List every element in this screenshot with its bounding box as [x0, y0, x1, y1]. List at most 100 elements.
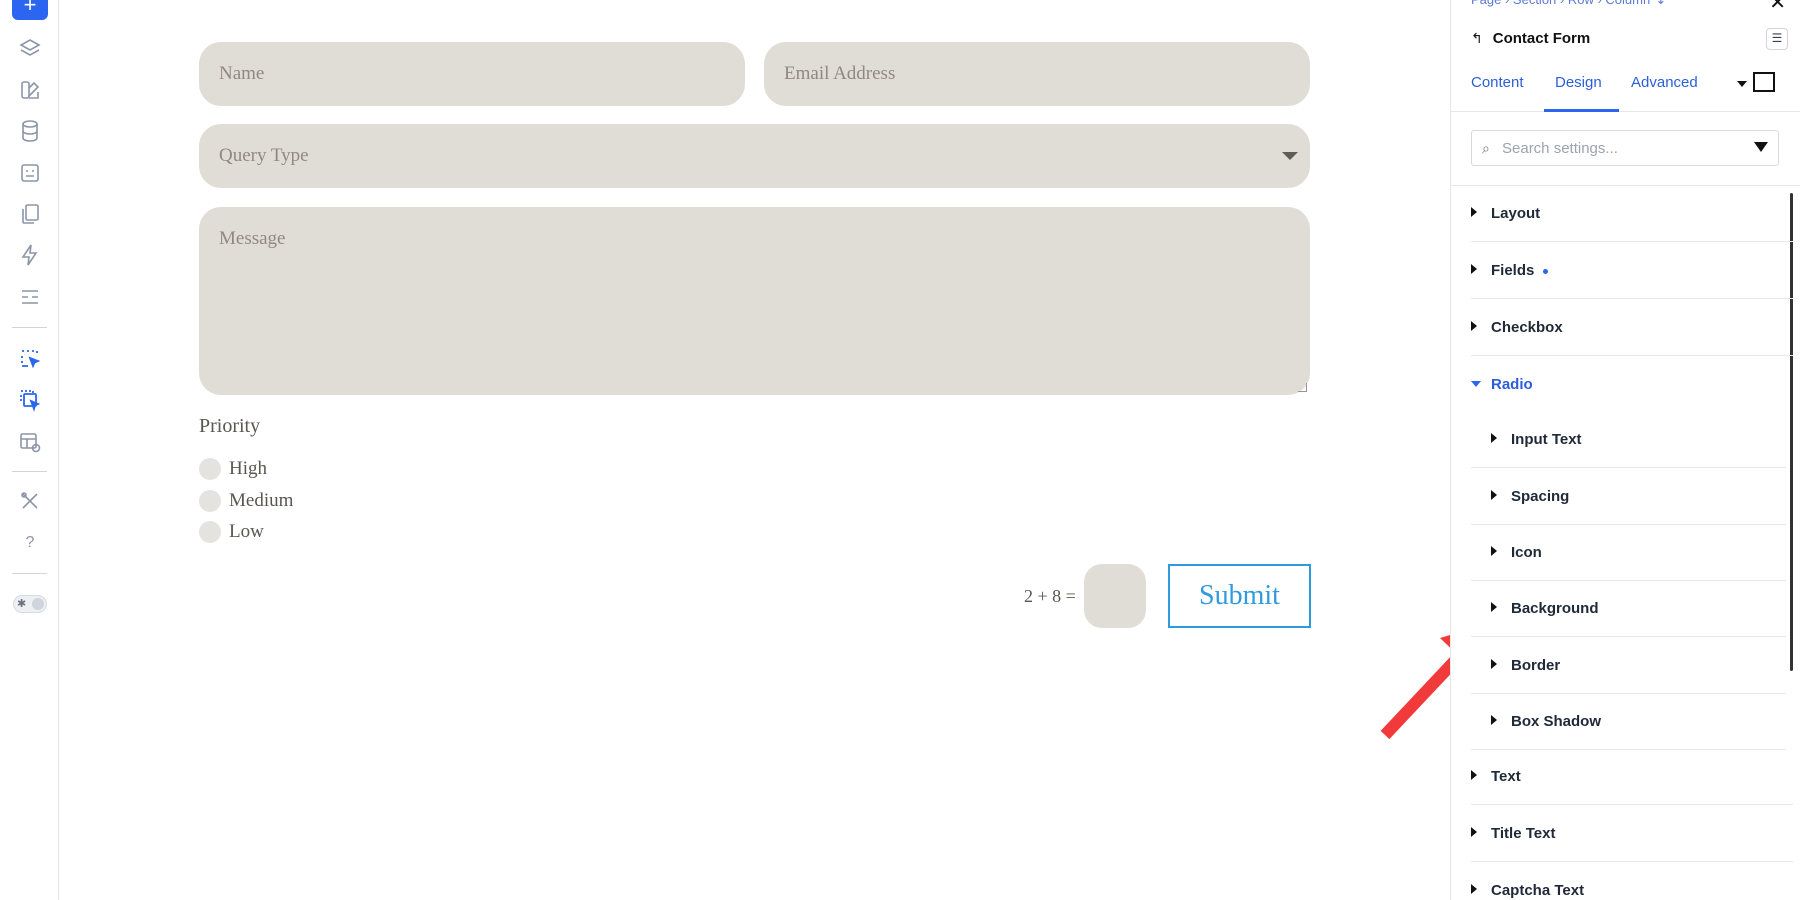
subsection-input-text[interactable]: Input Text: [1471, 412, 1786, 468]
blocks-icon[interactable]: [17, 77, 43, 103]
modified-indicator: [1543, 269, 1548, 274]
bolt-icon[interactable]: [17, 242, 43, 268]
close-icon[interactable]: ✕: [1769, 0, 1786, 15]
active-tab-indicator: [1544, 109, 1619, 112]
section-fields[interactable]: Fields: [1471, 243, 1793, 299]
panel-options-icon[interactable]: ☰: [1766, 28, 1788, 50]
email-placeholder: Email Address: [784, 63, 896, 84]
back-icon[interactable]: ↰: [1471, 30, 1483, 47]
left-icon-rail: + ? ✱: [0, 0, 59, 900]
pages-icon[interactable]: [17, 201, 43, 227]
caret-right-icon: [1471, 770, 1477, 780]
section-radio[interactable]: Radio: [1471, 357, 1793, 413]
radio-button[interactable]: [199, 490, 221, 512]
search-input[interactable]: [1502, 136, 1732, 160]
section-label: Fields: [1491, 262, 1535, 279]
radio-button[interactable]: [199, 458, 221, 480]
radio-option-medium[interactable]: Medium: [199, 489, 293, 513]
caret-right-icon: [1491, 490, 1497, 500]
subsection-label: Icon: [1511, 544, 1542, 561]
query-type-select[interactable]: Query Type: [199, 124, 1310, 188]
section-checkbox[interactable]: Checkbox: [1471, 300, 1793, 356]
subsection-label: Box Shadow: [1511, 713, 1602, 730]
radio-label: Low: [229, 521, 264, 542]
rail-divider: [12, 573, 47, 574]
subsection-background[interactable]: Background: [1471, 581, 1786, 637]
tools-icon[interactable]: [17, 488, 43, 514]
theme-toggle-icon[interactable]: ✱: [13, 595, 47, 613]
subsection-label: Border: [1511, 657, 1561, 674]
form-icon[interactable]: [17, 160, 43, 186]
section-captcha-text[interactable]: Captcha Text: [1471, 863, 1793, 900]
subsection-spacing[interactable]: Spacing: [1471, 469, 1786, 525]
settings-tabs: Content Design Advanced: [1451, 68, 1800, 112]
section-label: Captcha Text: [1491, 882, 1585, 899]
section-label: Title Text: [1491, 825, 1556, 842]
chevron-down-icon: [1282, 152, 1298, 160]
section-label: Layout: [1491, 205, 1541, 222]
cursor-select-icon[interactable]: [17, 346, 43, 372]
help-icon[interactable]: ?: [17, 530, 43, 556]
section-title-text[interactable]: Title Text: [1471, 806, 1793, 862]
caret-down-icon: [1471, 381, 1481, 387]
caret-right-icon: [1471, 321, 1477, 331]
subsection-border[interactable]: Border: [1471, 638, 1786, 694]
database-icon[interactable]: [17, 118, 43, 144]
builder-canvas: Name Email Address Query Type Message Pr…: [60, 0, 1450, 900]
section-label: Checkbox: [1491, 319, 1563, 336]
caret-right-icon: [1491, 433, 1497, 443]
subsection-box-shadow[interactable]: Box Shadow: [1471, 694, 1786, 750]
subsection-icon[interactable]: Icon: [1471, 525, 1786, 581]
responsive-view-icon[interactable]: [1753, 72, 1775, 92]
radio-label: High: [229, 458, 267, 479]
caret-right-icon: [1491, 659, 1497, 669]
cursor-multi-select-icon[interactable]: [17, 387, 43, 413]
panel-header: ↰ Contact Form: [1471, 30, 1590, 47]
settings-search: ⌕: [1471, 130, 1779, 166]
panel-title: Contact Form: [1492, 30, 1591, 47]
layers-icon[interactable]: [17, 36, 43, 62]
section-layout[interactable]: Layout: [1471, 186, 1793, 242]
caret-right-icon: [1471, 827, 1477, 837]
query-type-placeholder: Query Type: [219, 145, 309, 166]
caret-right-icon: [1491, 602, 1497, 612]
caret-right-icon: [1471, 207, 1477, 217]
message-placeholder: Message: [219, 228, 286, 249]
settings-panel: Page › Section › Row › Column ↴ ✕ ↰ Cont…: [1450, 0, 1800, 900]
message-textarea[interactable]: Message: [199, 207, 1310, 395]
submit-button[interactable]: Submit: [1168, 564, 1311, 628]
name-field[interactable]: Name: [199, 42, 745, 106]
radio-button[interactable]: [199, 521, 221, 543]
search-icon: ⌕: [1482, 140, 1490, 156]
caret-right-icon: [1471, 884, 1477, 894]
rail-divider: [12, 471, 47, 472]
add-button[interactable]: +: [12, 0, 48, 20]
captcha-input[interactable]: [1084, 564, 1146, 628]
filter-icon[interactable]: [1754, 142, 1768, 152]
name-placeholder: Name: [219, 63, 265, 84]
sections-icon[interactable]: [17, 284, 43, 310]
priority-label: Priority: [199, 415, 261, 437]
caret-right-icon: [1491, 715, 1497, 725]
subsection-label: Background: [1511, 600, 1599, 617]
tab-advanced[interactable]: Advanced: [1631, 74, 1698, 91]
subsection-label: Spacing: [1511, 488, 1570, 505]
tab-design[interactable]: Design: [1555, 74, 1602, 91]
radio-option-low[interactable]: Low: [199, 520, 264, 544]
subsection-label: Input Text: [1511, 431, 1582, 448]
captcha-question: 2 + 8 =: [1024, 586, 1076, 606]
breadcrumb[interactable]: Page › Section › Row › Column ↴: [1471, 0, 1665, 8]
radio-label: Medium: [229, 490, 294, 511]
section-text[interactable]: Text: [1471, 749, 1793, 805]
chevron-down-icon[interactable]: [1737, 81, 1747, 87]
section-label: Text: [1491, 768, 1521, 785]
email-field[interactable]: Email Address: [764, 42, 1310, 106]
section-label: Radio: [1491, 376, 1533, 393]
rail-divider: [12, 327, 47, 328]
caret-right-icon: [1471, 264, 1477, 274]
tab-content[interactable]: Content: [1471, 74, 1524, 91]
resize-handle-icon[interactable]: [1298, 383, 1307, 392]
caret-right-icon: [1491, 546, 1497, 556]
radio-option-high[interactable]: High: [199, 457, 267, 481]
preview-icon[interactable]: [17, 429, 43, 455]
